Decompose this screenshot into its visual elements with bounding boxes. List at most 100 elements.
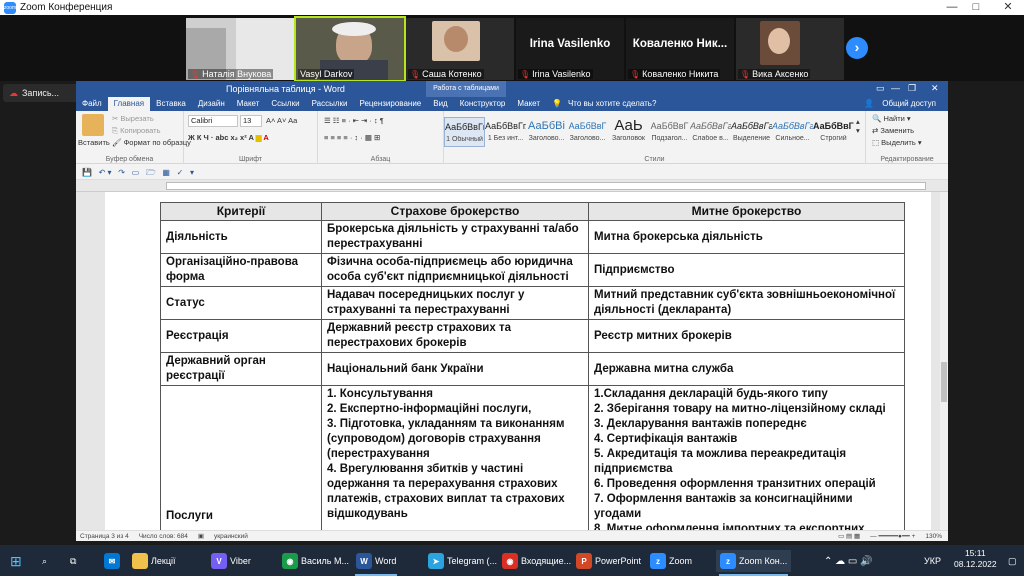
tell-me-box[interactable]: Что вы хотите сделать? (568, 97, 662, 111)
cell-customs-services[interactable]: 1.Складання декларацій будь-якого типу 2… (588, 385, 905, 530)
start-button[interactable]: ⊞ (6, 550, 26, 572)
font-format-icons[interactable]: Ж К Ч · abc x₂ x² A ▆ A (188, 133, 269, 142)
tab-design[interactable]: Дизайн (192, 97, 231, 111)
header-customs[interactable]: Митне брокерство (588, 202, 905, 221)
select-button[interactable]: ⬚ Выделить ▾ (872, 138, 922, 147)
participant-tile[interactable]: Коваленко Ник... 🎙 Коваленко Никита (626, 18, 734, 80)
tab-view[interactable]: Вид (427, 97, 453, 111)
view-buttons[interactable]: ▭ ▤ ▦ (838, 532, 860, 540)
style-heading-2[interactable]: АаБбВвГ Заголово... (567, 117, 608, 147)
tab-file[interactable]: Файл (76, 97, 108, 111)
paste-button[interactable]: Вставить (78, 138, 110, 147)
close-icon[interactable]: ✕ (996, 0, 1020, 15)
style-normal[interactable]: АаБбВвГг, 1 Обычный (444, 117, 485, 147)
list-icons[interactable]: ☰ ☷ ≡ · ⇤ ⇥ · ↕ ¶ (324, 116, 384, 125)
search-icon[interactable]: ⌕ (38, 550, 51, 572)
participant-tile[interactable]: Irina Vasilenko 🎙 Irina Vasilenko (516, 18, 624, 80)
clock[interactable]: 15:11 08.12.2022 (950, 548, 1001, 572)
quick-access-icons[interactable]: 💾 ↶ ▾ ↷ ▭ 🗁 ▦ ✓ ▾ (82, 167, 194, 181)
style-subtitle[interactable]: АаБбВвГ Подзагол... (649, 117, 690, 147)
tab-review[interactable]: Рецензирование (353, 97, 427, 111)
word-count[interactable]: Число слов: 684 (139, 533, 188, 540)
cell-customs[interactable]: Реєстр митних брокерів (588, 319, 905, 353)
taskbar-item[interactable]: W Word (352, 550, 400, 576)
comparison-table[interactable]: Критерії Страхове брокерство Митне броке… (160, 202, 905, 530)
tab-table-layout[interactable]: Макет (511, 97, 546, 111)
tab-mailings[interactable]: Рассылки (306, 97, 354, 111)
zoom-level[interactable]: 130% (925, 533, 948, 540)
zoom-slider[interactable]: — ━━━━━●━━ + (870, 532, 915, 540)
style-title[interactable]: АаЬ Заголовок (608, 117, 649, 147)
minimize-icon[interactable]: — (891, 83, 900, 93)
cell-customs[interactable]: Митна брокерська діяльність (588, 220, 905, 254)
font-size-select[interactable]: 13 (240, 115, 262, 127)
next-page-icon[interactable]: › (846, 37, 868, 59)
participant-tile[interactable]: 🎙 Саша Котенко (406, 18, 514, 80)
maximize-icon[interactable]: □ (964, 0, 988, 15)
header-insurance[interactable]: Страхове брокерство (321, 202, 589, 221)
header-criteria[interactable]: Критерії (160, 202, 322, 221)
taskbar-item[interactable]: ◉ Входящие... (498, 550, 575, 572)
proofing-icon[interactable]: ▣ (198, 532, 204, 540)
cell-criterion[interactable]: Організаційно-правова форма (160, 253, 322, 287)
minimize-icon[interactable]: — (940, 0, 964, 15)
taskbar-item-active[interactable]: z Zoom Кон... (716, 550, 792, 576)
replace-button[interactable]: ⇄ Заменить (872, 126, 914, 135)
taskbar-item[interactable]: ➤ Telegram (... (424, 550, 501, 572)
vertical-scrollbar[interactable] (940, 192, 948, 530)
maximize-icon[interactable]: ❐ (908, 83, 916, 94)
cell-criterion[interactable]: Реєстрація (160, 319, 322, 353)
tray-icons[interactable]: ⌃ ☁ ▭ 🔊 (820, 550, 877, 572)
close-icon[interactable]: ✕ (931, 83, 939, 94)
language-indicator[interactable]: УКР (920, 550, 945, 572)
format-painter-button[interactable]: 🖌 Формат по образцу (112, 138, 191, 147)
document-page[interactable]: Критерії Страхове брокерство Митне броке… (105, 192, 931, 530)
participant-tile[interactable]: 🎙 Вика Аксенко (736, 18, 844, 80)
task-view-icon[interactable]: ⧉ (66, 550, 80, 572)
page-count[interactable]: Страница 3 из 4 (80, 533, 129, 540)
cell-criterion[interactable]: Державний орган реєстрації (160, 352, 322, 386)
align-icons[interactable]: ≡ ≡ ≡ ≡ · ↕ · ▦ ⊞ (324, 133, 380, 142)
paste-icon[interactable] (82, 114, 104, 136)
cell-customs[interactable]: Митний представник суб'єкта зовнішньоеко… (588, 286, 905, 320)
find-button[interactable]: 🔍 Найти ▾ (872, 114, 911, 123)
cell-insurance[interactable]: Фізична особа-підприємець або юридична о… (321, 253, 589, 287)
cell-criterion[interactable]: Послуги (160, 385, 322, 530)
language[interactable]: украинский (214, 533, 248, 540)
cell-customs[interactable]: Державна митна служба (588, 352, 905, 386)
cut-button[interactable]: ✂ Вырезать (112, 114, 154, 123)
mail-icon[interactable]: ✉ (100, 550, 124, 572)
participant-tile[interactable]: 🎙 Наталія Внукова (186, 18, 294, 80)
cell-insurance-services[interactable]: 1. Консультування 2. Експертно-інформаці… (321, 385, 589, 530)
taskbar-item[interactable]: ◉ Василь М... (278, 550, 353, 572)
cell-criterion[interactable]: Статус (160, 286, 322, 320)
tab-references[interactable]: Ссылки (265, 97, 305, 111)
cell-criterion[interactable]: Діяльність (160, 220, 322, 254)
ruler[interactable] (76, 180, 948, 192)
taskbar-item[interactable]: Лекції (128, 550, 180, 572)
cell-insurance[interactable]: Надавач посередницьких послуг у страхува… (321, 286, 589, 320)
style-subtle-emphasis[interactable]: АаБбВвГг, Слабое в... (690, 117, 731, 147)
taskbar-item[interactable]: V Viber (207, 550, 255, 572)
style-heading-1[interactable]: АаБбВі Заголово... (526, 117, 567, 147)
tab-insert[interactable]: Вставка (150, 97, 192, 111)
copy-button[interactable]: ⎘ Копировать (112, 126, 160, 136)
cell-insurance[interactable]: Національний банк України (321, 352, 589, 386)
style-intense-emphasis[interactable]: АаБбВвГг, Сильное... (772, 117, 813, 147)
font-name-select[interactable]: Calibri (188, 115, 238, 127)
tab-table-design[interactable]: Конструктор (454, 97, 512, 111)
notifications-icon[interactable]: ▢ (1004, 550, 1021, 572)
cell-customs[interactable]: Підприємство (588, 253, 905, 287)
tab-layout[interactable]: Макет (231, 97, 266, 111)
styles-scroll-icon[interactable]: ▴ ▾ (856, 117, 860, 135)
taskbar-item[interactable]: z Zoom (646, 550, 696, 572)
font-grow-shrink-icon[interactable]: A˄ A˅ Aa (266, 116, 297, 125)
participant-tile-active[interactable]: Vasyl Darkov (294, 16, 406, 82)
style-emphasis[interactable]: АаБбВвГг, Выделение (731, 117, 772, 147)
ribbon-options-icon[interactable]: ▭ (876, 83, 885, 94)
style-strong[interactable]: АаБбВвГг,Строгий (813, 117, 854, 147)
cell-insurance[interactable]: Державний реєстр страхових та перестрахо… (321, 319, 589, 353)
share-button[interactable]: 👤 Общий доступ (858, 97, 948, 111)
taskbar-item[interactable]: P PowerPoint (572, 550, 645, 572)
style-no-spacing[interactable]: АаБбВвГг, 1 Без инт... (485, 117, 526, 147)
